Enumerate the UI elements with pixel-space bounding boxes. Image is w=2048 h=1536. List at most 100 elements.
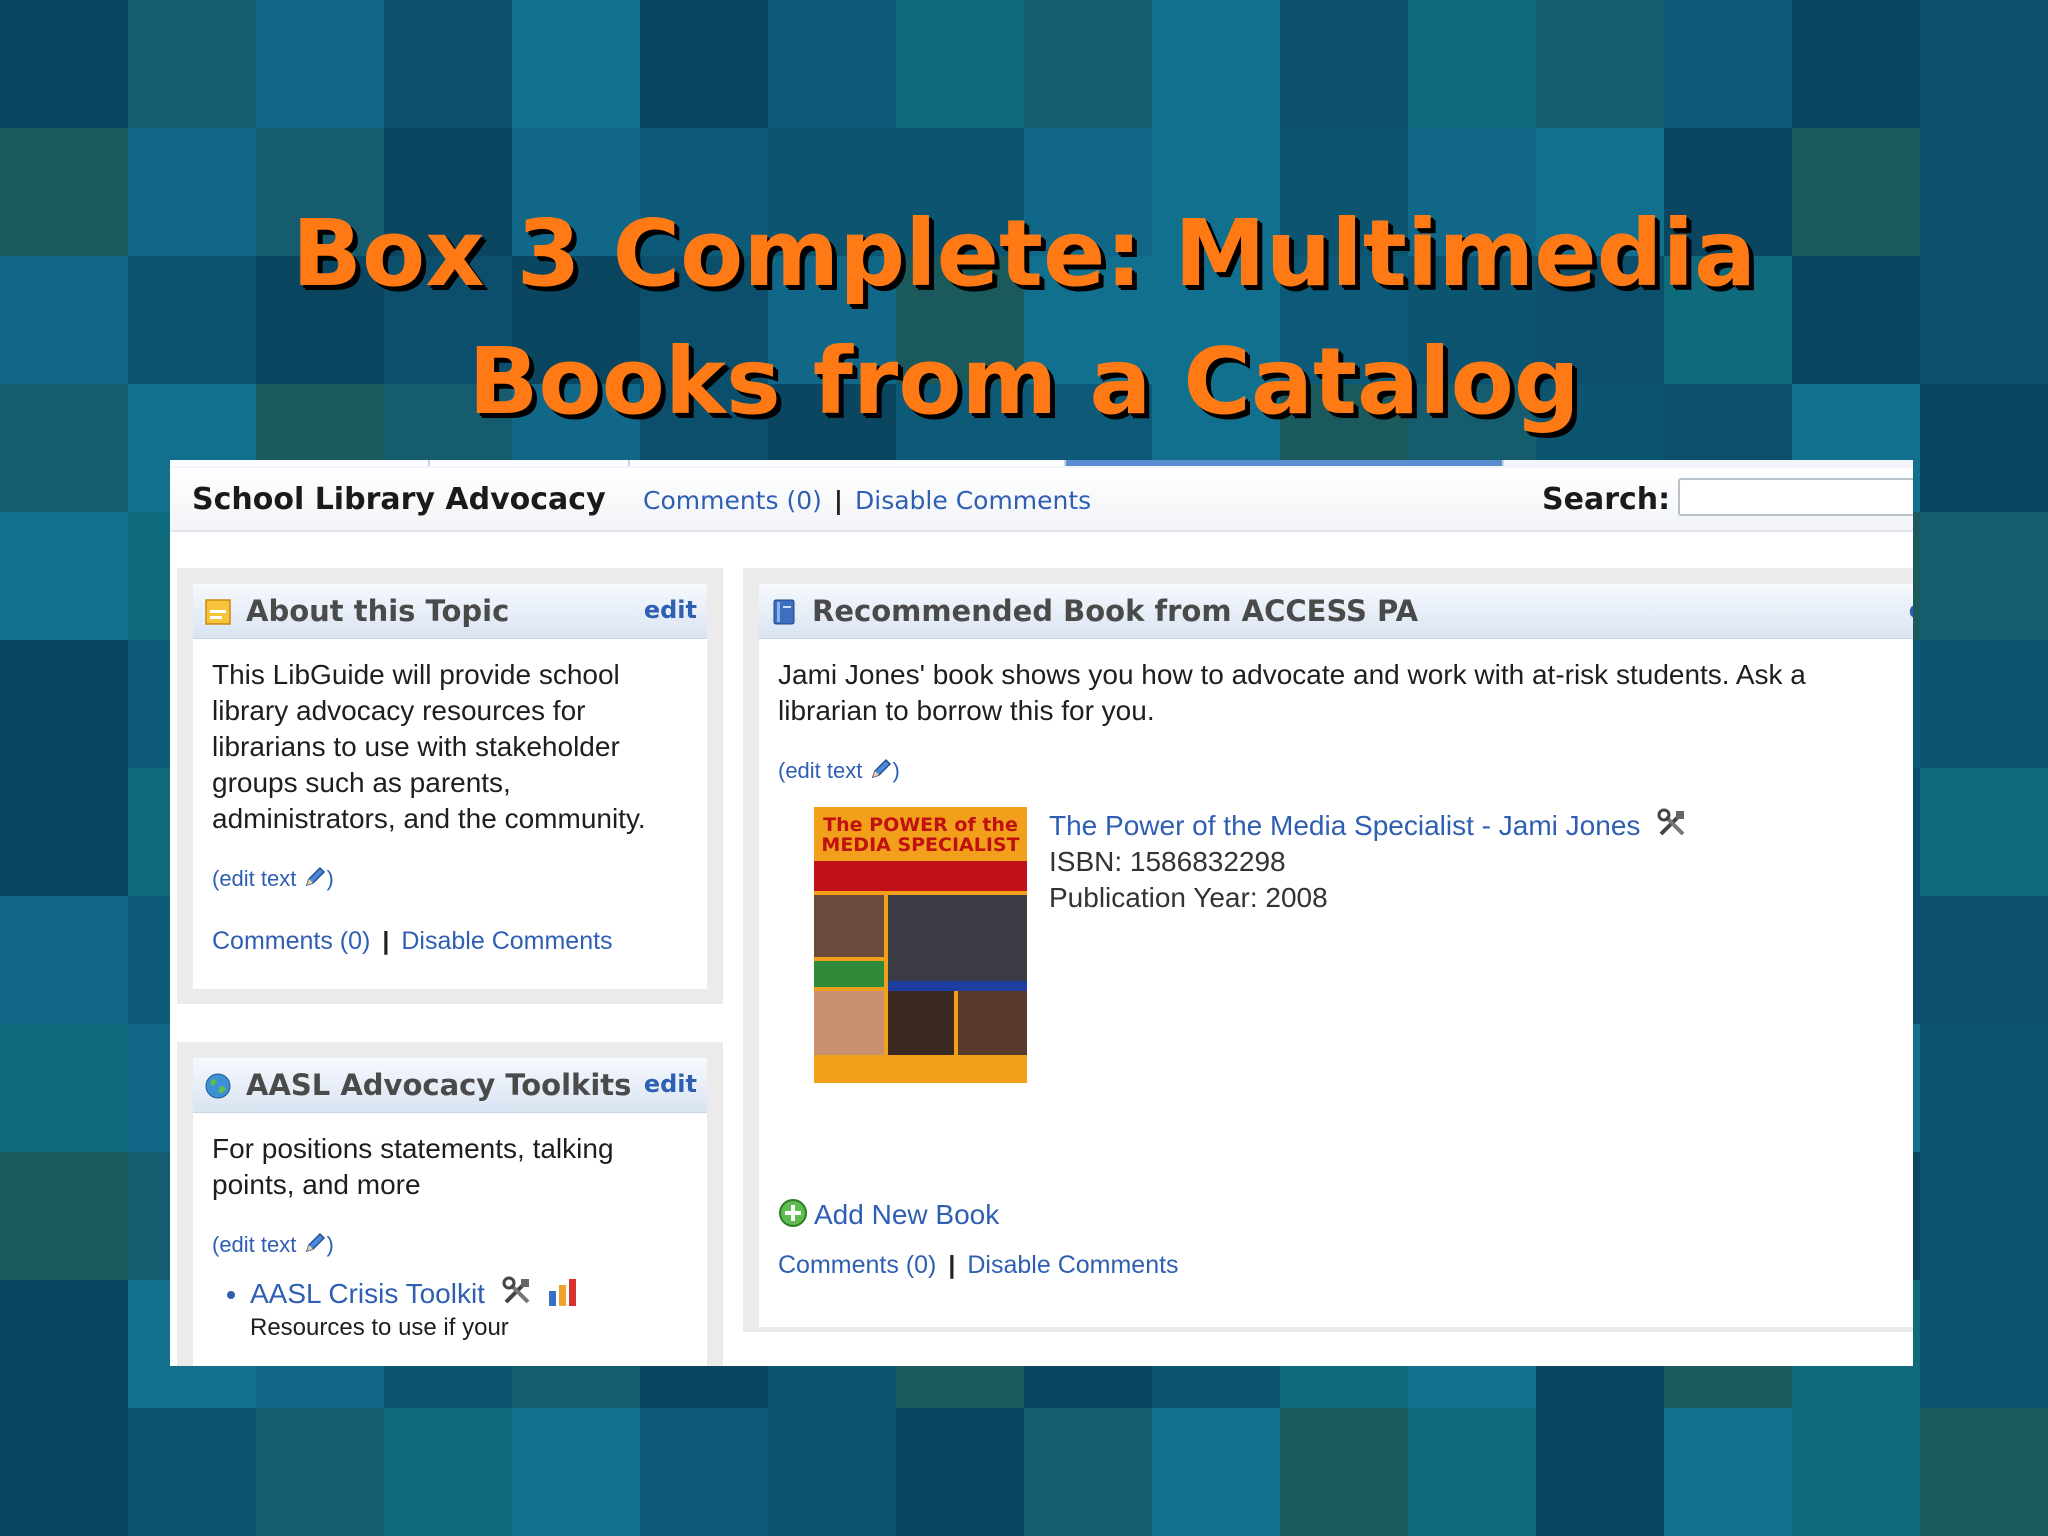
background-tile — [1920, 512, 2048, 640]
box-header: Recommended Book from ACCESS PA e — [759, 584, 1913, 639]
edit-link[interactable]: edit — [644, 1070, 697, 1098]
background-tile — [1792, 0, 1920, 128]
book-details: The Power of the Media Specialist - Jami… — [1049, 807, 1688, 916]
disable-comments-link[interactable]: Disable Comments — [967, 1251, 1178, 1279]
background-tile — [1920, 1280, 2048, 1408]
box-text: Jami Jones' book shows you how to advoca… — [778, 659, 1806, 726]
background-tile — [0, 1024, 128, 1152]
pencil-icon — [305, 1232, 325, 1253]
author-separator: - — [1473, 810, 1499, 841]
comments-link[interactable]: Comments (0) — [212, 927, 370, 955]
background-tile — [256, 1408, 384, 1536]
cover-title-a: The POWER of the — [823, 814, 1018, 836]
background-tile — [1920, 1408, 2048, 1536]
background-tile — [384, 1408, 512, 1536]
edit-text-link[interactable]: (edit text ) — [212, 1227, 688, 1263]
add-new-book-link[interactable]: Add New Book — [778, 1197, 1898, 1233]
box-title: Recommended Book from ACCESS PA — [812, 594, 1419, 628]
add-new-book-label: Add New Book — [814, 1199, 1000, 1230]
tab[interactable] — [430, 460, 630, 466]
book-title-link[interactable]: The Power of the Media Specialist — [1049, 810, 1474, 841]
recommended-book-box: Recommended Book from ACCESS PA e Jami J… — [743, 568, 1913, 1332]
tools-icon[interactable] — [1656, 807, 1688, 839]
comments-link[interactable]: Comments (0) — [778, 1251, 936, 1279]
list-item: AASL Crisis Toolkit Resources to use if … — [250, 1275, 688, 1344]
bar-chart-icon — [548, 1279, 576, 1306]
about-topic-box: About this Topic edit This LibGuide will… — [177, 568, 723, 1004]
pencil-icon — [305, 866, 325, 887]
background-tile — [1920, 640, 2048, 768]
cover-photo — [814, 895, 884, 957]
disable-comments-link[interactable]: Disable Comments — [855, 486, 1091, 515]
add-circle-icon — [779, 1199, 807, 1227]
edit-link[interactable]: edit — [644, 596, 697, 624]
background-tile — [512, 1408, 640, 1536]
background-tile — [1792, 1408, 1920, 1536]
book-icon — [773, 599, 795, 625]
separator: | — [948, 1251, 956, 1279]
cover-band — [814, 961, 884, 987]
edit-text-link[interactable]: (edit text ) — [212, 861, 688, 897]
background-tile — [0, 1408, 128, 1536]
pencil-icon — [871, 758, 891, 779]
tab[interactable] — [630, 460, 1066, 466]
background-tile — [896, 1408, 1024, 1536]
background-tile — [768, 0, 896, 128]
edit-text-label: (edit text — [212, 866, 297, 891]
disable-comments-link[interactable]: Disable Comments — [401, 927, 612, 955]
box-body: This LibGuide will provide school librar… — [193, 639, 707, 989]
background-tile — [640, 1408, 768, 1536]
edit-text-close: ) — [892, 758, 900, 783]
tab-active[interactable] — [1066, 460, 1504, 466]
globe-icon — [205, 1073, 231, 1099]
book-isbn: ISBN: 1586832298 — [1049, 846, 1286, 877]
background-tile — [0, 0, 128, 128]
aasl-crisis-toolkit-link[interactable]: AASL Crisis Toolkit — [250, 1278, 485, 1309]
book-year: Publication Year: 2008 — [1049, 882, 1328, 913]
tools-icon[interactable] — [501, 1275, 533, 1307]
book-author-link[interactable]: Jami Jones — [1499, 810, 1641, 841]
background-tile — [1536, 1408, 1664, 1536]
edit-text-close: ) — [326, 866, 334, 891]
background-tile — [0, 1152, 128, 1280]
background-tile — [128, 0, 256, 128]
background-tile — [1408, 1408, 1536, 1536]
background-tile — [0, 896, 128, 1024]
background-tile — [896, 0, 1024, 128]
edit-text-link[interactable]: (edit text ) — [778, 753, 1898, 789]
comments-link[interactable]: Comments (0) — [643, 486, 822, 515]
box-header: AASL Advocacy Toolkits edit — [193, 1058, 707, 1113]
book-cover-image[interactable]: The POWER of the MEDIA SPECIALIST — [814, 807, 1027, 1083]
cover-banner — [814, 861, 1027, 891]
background-tile — [1664, 1408, 1792, 1536]
slide-title-line-1: Box 3 Complete: Multimedia — [291, 200, 1757, 307]
aasl-toolkits-box: AASL Advocacy Toolkits edit For position… — [177, 1042, 723, 1366]
background-tile — [0, 1280, 128, 1408]
background-tile — [256, 0, 384, 128]
box-body: Jami Jones' book shows you how to advoca… — [759, 639, 1913, 1327]
cover-title-b: MEDIA SPECIALIST — [821, 834, 1020, 856]
background-tile — [1536, 0, 1664, 128]
tab[interactable] — [170, 460, 430, 466]
guide-title: School Library Advocacy — [192, 482, 606, 517]
background-tile — [1280, 1408, 1408, 1536]
background-tile — [1024, 0, 1152, 128]
background-tile — [1664, 0, 1792, 128]
box-text: For positions statements, talking points… — [212, 1133, 614, 1200]
link-description: Resources to use if your — [250, 1314, 509, 1341]
slide-title: Box 3 Complete: Multimedia Books from a … — [0, 190, 2048, 446]
cover-photo — [888, 991, 954, 1055]
box-comment-links: Comments (0) | Disable Comments — [778, 1247, 1898, 1283]
separator: | — [382, 927, 390, 955]
note-icon — [205, 599, 231, 625]
background-tile — [512, 0, 640, 128]
background-tile — [1280, 0, 1408, 128]
background-tile — [1920, 1152, 2048, 1280]
edit-link[interactable]: e — [1909, 596, 1913, 624]
search-label: Search: — [1542, 482, 1671, 517]
search-input[interactable] — [1678, 478, 1913, 516]
background-tile — [0, 768, 128, 896]
background-tile — [768, 1408, 896, 1536]
background-tile — [1152, 1408, 1280, 1536]
guide-header: School Library Advocacy Comments (0) | Dis… — [170, 468, 1913, 532]
